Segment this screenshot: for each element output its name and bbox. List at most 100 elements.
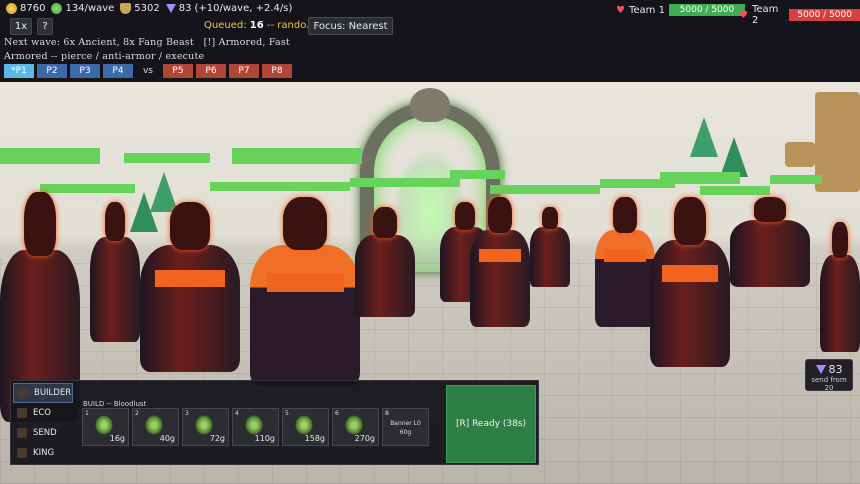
player-button-p5[interactable]: P5 — [163, 64, 193, 78]
queued-count: 16 — [249, 20, 264, 31]
mythium-triangle-icon — [165, 4, 176, 13]
hero-unit[interactable] — [595, 197, 655, 327]
enemy-unit[interactable] — [470, 197, 530, 327]
hero-unit[interactable] — [250, 197, 360, 387]
slot-number: 4 — [235, 410, 239, 417]
build-slot-6[interactable]: 6 270g — [332, 408, 379, 446]
resource-bar: 8760 134/wave 5302 83 (+10/wave, +2.4/s) — [6, 3, 292, 14]
slot-cost: 16g — [109, 434, 125, 443]
tab-eco[interactable]: ECO — [13, 403, 73, 423]
slot-number: 3 — [185, 410, 189, 417]
build-slot-2[interactable]: 2 40g — [132, 408, 179, 446]
build-slot-1[interactable]: 1 16g — [82, 408, 129, 446]
slot-cost: 270g — [354, 434, 375, 443]
help-button[interactable]: ? — [37, 18, 53, 35]
tab-send[interactable]: SEND — [13, 423, 73, 443]
enemy-unit[interactable] — [140, 202, 240, 372]
banner-cost: 60g — [399, 429, 412, 436]
wave-counter-hint: Armored -- pierce / anti-armor / execute — [4, 51, 205, 62]
player-selector: *P1 P2 P3 P4 vs P5 P6 P7 P8 — [4, 64, 292, 78]
versus-label: vs — [142, 66, 153, 76]
focus-target-button[interactable]: Focus: Nearest — [308, 17, 393, 35]
player-button-p6[interactable]: P6 — [196, 64, 226, 78]
skull-ornament — [410, 88, 450, 122]
enemy-unit[interactable] — [650, 197, 730, 367]
team1-hp-bar: 5000 / 5000 — [668, 4, 745, 16]
unit-portrait-icon — [295, 415, 313, 435]
command-panel: BUILDER ECO SEND KING BUILD -- Bloodlust… — [10, 380, 539, 465]
speed-button[interactable]: 1x — [10, 18, 32, 35]
build-slot-5[interactable]: 5 158g — [282, 408, 329, 446]
unit-portrait-icon — [95, 415, 113, 435]
banner-label: Banner L0 — [390, 420, 421, 427]
build-title: BUILD -- Bloodlust — [83, 400, 147, 408]
slot-number: 8 — [385, 410, 389, 417]
slot-cost: 110g — [254, 434, 275, 443]
player-button-p8[interactable]: P8 — [262, 64, 292, 78]
team1-name: Team 1 — [628, 4, 665, 16]
player-button-p1[interactable]: *P1 — [4, 64, 34, 78]
enemy-unit[interactable] — [730, 197, 810, 287]
queue-status: Queued: 16 -- rando... — [204, 20, 316, 31]
builder-icon — [18, 388, 28, 398]
player-button-p3[interactable]: P3 — [70, 64, 100, 78]
king-icon — [17, 448, 27, 458]
queued-prefix: Queued: — [204, 20, 247, 31]
heart-icon: ♥ — [616, 4, 625, 16]
pine-tree — [690, 117, 718, 157]
gold-coin-icon — [6, 3, 17, 14]
enemy-unit[interactable] — [820, 222, 860, 352]
unit-health-bar — [450, 170, 505, 179]
tab-label: ECO — [33, 408, 51, 418]
gold-value: 8760 — [20, 3, 46, 14]
mythium-value: 83 — [178, 3, 192, 14]
tab-label: SEND — [33, 428, 57, 438]
send-value: 83 — [828, 363, 843, 376]
team1-status: ♥ Team 1 5000 / 5000 — [616, 4, 745, 16]
mythium-triangle-icon — [815, 365, 826, 374]
unit-portrait-icon — [345, 415, 363, 435]
player-button-p2[interactable]: P2 — [37, 64, 67, 78]
send-label: send from 20 — [811, 376, 847, 392]
heart-icon: ♥ — [739, 9, 748, 21]
banner-info: Banner L0 60g — [383, 419, 428, 437]
enemy-unit[interactable] — [355, 207, 415, 317]
build-slot-3[interactable]: 3 72g — [182, 408, 229, 446]
tab-king[interactable]: KING — [13, 443, 73, 463]
unit-health-bar — [770, 175, 822, 184]
slot-cost: 158g — [304, 434, 325, 443]
slot-cost: 40g — [159, 434, 175, 443]
build-slots: 1 16g 2 40g 3 72g 4 110g 5 158g 6 270g 8… — [82, 408, 429, 446]
slot-number: 2 — [135, 410, 139, 417]
mythium-resource: 83 (+10/wave, +2.4/s) — [165, 3, 293, 14]
mythium-rate: (+10/wave, +2.4/s) — [194, 3, 293, 14]
player-button-p4[interactable]: P4 — [103, 64, 133, 78]
gold-resource: 8760 — [6, 3, 45, 14]
unit-health-bar — [490, 185, 600, 194]
income-resource: 134/wave — [51, 3, 114, 14]
tab-label: BUILDER — [34, 388, 72, 398]
tab-builder[interactable]: BUILDER — [13, 383, 73, 403]
send-mythium-badge[interactable]: 83 send from 20 — [805, 359, 853, 392]
rock-block — [785, 142, 815, 167]
unit-health-bar — [660, 172, 740, 184]
unit-health-bar — [210, 182, 350, 191]
unit-health-bar — [700, 186, 770, 195]
income-icon — [51, 3, 63, 14]
enemy-unit[interactable] — [90, 202, 140, 342]
player-button-p7[interactable]: P7 — [229, 64, 259, 78]
pine-tree — [720, 137, 748, 177]
ready-button[interactable]: [R] Ready (38s) — [446, 385, 536, 463]
enemy-unit[interactable] — [530, 207, 570, 287]
build-slot-banner[interactable]: 8 Banner L0 60g — [382, 408, 429, 446]
team2-hp-bar: 5000 / 5000 — [789, 9, 860, 21]
panel-tabs: BUILDER ECO SEND KING — [13, 383, 73, 463]
eco-icon — [17, 408, 27, 418]
build-slot-4[interactable]: 4 110g — [232, 408, 279, 446]
unit-health-bar — [350, 178, 460, 187]
unit-portrait-icon — [195, 415, 213, 435]
lumber-icon — [120, 3, 132, 14]
unit-health-bar — [124, 153, 210, 163]
unit-health-bar — [232, 148, 362, 164]
tab-label: KING — [33, 448, 55, 458]
